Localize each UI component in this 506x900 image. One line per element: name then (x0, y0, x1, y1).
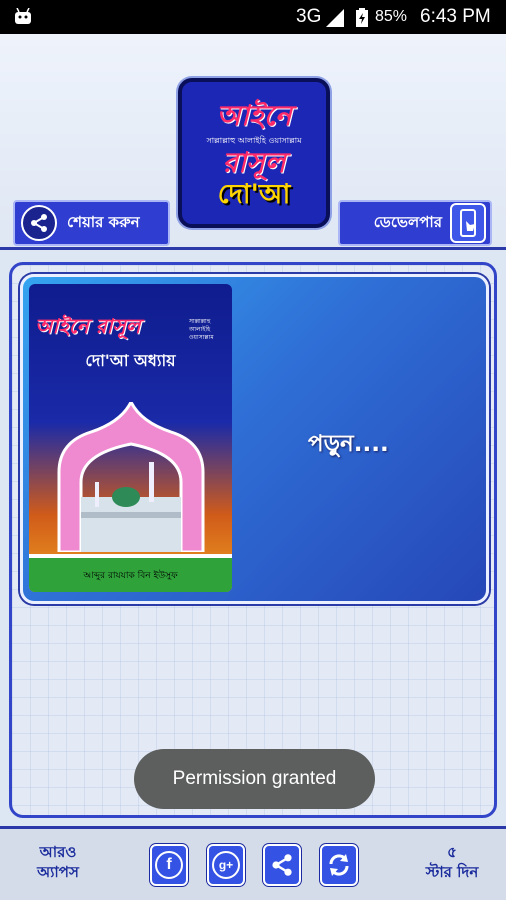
network-type: 3G (296, 6, 322, 27)
book-author: আব্দুর রাযযাক বিন ইউসুফ (29, 554, 232, 592)
more-apps-line1: আরও (39, 843, 77, 861)
developer-phone-icon (450, 203, 486, 243)
toast-message: Permission granted (134, 749, 375, 809)
facebook-button[interactable]: f (150, 844, 188, 886)
share-icon (272, 854, 292, 876)
rate-line2: স্টার দিন (425, 863, 479, 881)
google-plus-button[interactable]: g+ (207, 844, 245, 886)
developer-label: ডেভেলপার (373, 212, 442, 231)
status-bar: 3G 85% 6:43 PM (0, 0, 506, 34)
book-title: আইনে রাসূল (35, 314, 141, 338)
clock: 6:43 PM (420, 6, 491, 27)
signal-icon (326, 9, 344, 27)
share-button[interactable]: শেয়ার করুন (13, 200, 170, 246)
header-divider (0, 247, 506, 250)
battery-level: 85% (375, 8, 408, 25)
share-app-button[interactable] (263, 844, 301, 886)
rate-button[interactable]: ৫ স্টার দিন (410, 842, 494, 882)
more-apps-button[interactable]: আরও অ্যাপস (18, 842, 98, 882)
read-label[interactable]: পড়ুন.... (308, 425, 389, 464)
book-subtitle: সাল্লাল্লাহু আলাইহি ওয়াসাল্লাম (189, 318, 214, 341)
rate-line1: ৫ (447, 843, 457, 861)
refresh-button[interactable] (320, 844, 358, 886)
logo-subtitle: সাল্লাল্লাহু আলাইহি ওয়াসাল্লাম (206, 136, 302, 145)
app-logo: আইনে রাসূল সাল্লাল্লাহু আলাইহি ওয়াসাল্ল… (178, 78, 330, 228)
book-cover[interactable]: আইনে রাসূল সাল্লাল্লাহু আলাইহি ওয়াসাল্ল… (29, 284, 232, 592)
android-icon (15, 8, 31, 24)
facebook-icon: f (155, 851, 183, 879)
book-chapter: দো'আ অধ্যায় (85, 351, 176, 370)
developer-button[interactable]: ডেভেলপার (338, 200, 492, 246)
battery-icon (356, 8, 368, 27)
more-apps-line2: অ্যাপস (37, 863, 79, 881)
refresh-icon (329, 854, 349, 876)
google-plus-icon: g+ (212, 851, 240, 879)
logo-chapter: দো'আ অধ্যায় (217, 179, 291, 210)
share-label: শেয়ার করুন (67, 212, 140, 231)
mosque-illustration (57, 402, 205, 552)
share-icon (21, 205, 57, 241)
